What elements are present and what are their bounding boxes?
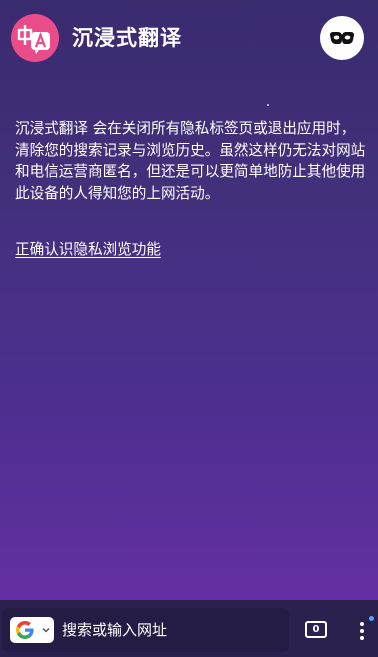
- incognito-mask-icon: [330, 32, 354, 44]
- app-title: 沉浸式翻译: [72, 26, 182, 50]
- more-vertical-icon: [360, 622, 364, 626]
- private-browsing-description: 沉浸式翻译 会在关闭所有隐私标签页或退出应用时，清除您的搜索记录与浏览历史。虽然…: [15, 120, 366, 202]
- menu-dot-middle: [360, 629, 364, 633]
- private-browsing-page: 沉浸式翻译 沉浸式翻译 会在关闭所有隐私标签页或退出应用时，清除您的搜索记录与浏…: [0, 0, 378, 657]
- notification-dot: [369, 616, 374, 621]
- menu-dot-bottom: [360, 636, 364, 640]
- address-bar[interactable]: [2, 608, 289, 652]
- chevron-down-icon: [42, 628, 50, 633]
- header: 沉浸式翻译: [0, 0, 378, 80]
- incognito-button[interactable]: [320, 16, 364, 60]
- more-menu-button[interactable]: [352, 616, 374, 646]
- learn-private-browsing-link[interactable]: 正确认识隐私浏览功能: [15, 239, 161, 260]
- tab-count-button[interactable]: 0: [305, 621, 327, 638]
- google-icon: [16, 621, 34, 639]
- app-logo-icon: [11, 14, 59, 62]
- bottom-toolbar: 0: [0, 600, 378, 657]
- decorative-dot: [267, 104, 269, 106]
- search-engine-selector[interactable]: [10, 617, 54, 643]
- search-input[interactable]: [62, 619, 272, 641]
